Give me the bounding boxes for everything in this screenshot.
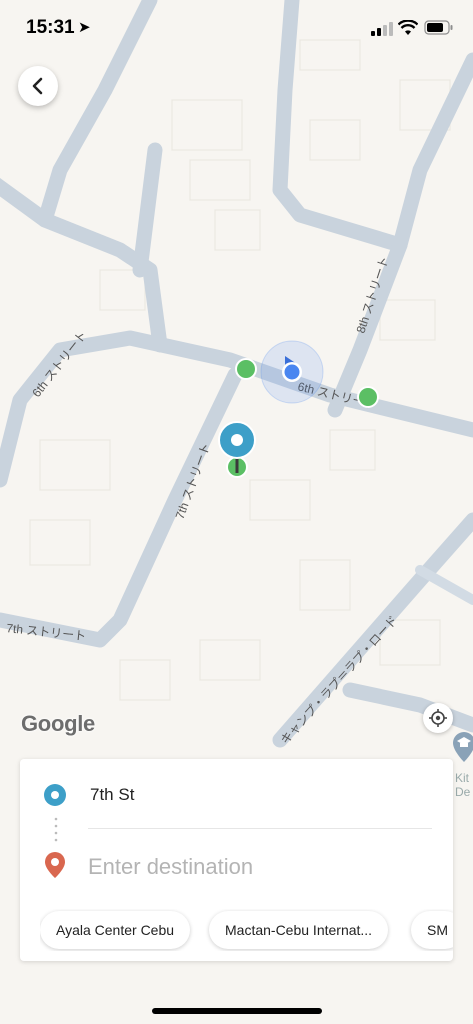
car-marker[interactable] [235,358,257,380]
suggestion-chips: Ayala Center Cebu Mactan-Cebu Internat..… [40,909,453,951]
chevron-left-icon [32,77,43,95]
suggestion-chip[interactable]: SM [411,911,453,949]
recenter-button[interactable] [423,703,453,733]
poi-label: Kit De [455,771,471,799]
home-indicator[interactable] [152,1008,322,1014]
wifi-icon [398,20,418,35]
battery-icon [424,20,453,35]
school-poi-icon [453,732,473,762]
route-dots-icon [54,817,58,842]
google-logo: Google [21,711,95,736]
user-location-dot [260,340,324,404]
status-time: 15:31 [26,17,75,38]
origin-row[interactable]: 7th St [20,779,453,811]
back-button[interactable] [18,66,58,106]
status-bar: 15:31 ➤ [0,0,473,56]
crosshair-icon [429,709,447,727]
location-arrow-icon: ➤ [78,19,91,36]
suggestion-chip[interactable]: Ayala Center Cebu [40,911,191,949]
destination-pin-icon [45,852,65,878]
divider [88,828,432,829]
route-panel: 7th St Ayala Center Cebu Mactan-Cebu Int… [20,759,453,961]
origin-dot-icon [44,784,66,806]
suggestion-chip[interactable]: Mactan-Cebu Internat... [209,911,389,949]
car-marker[interactable] [357,386,379,408]
destination-input[interactable] [88,851,388,883]
signal-icon [371,22,393,36]
origin-text[interactable]: 7th St [90,785,134,805]
